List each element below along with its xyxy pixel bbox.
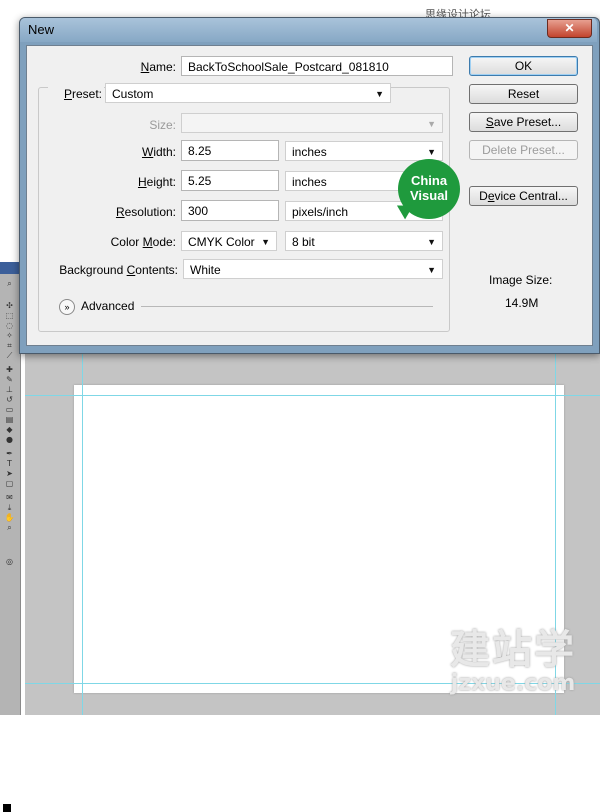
- gradient-tool-icon[interactable]: ▤: [4, 416, 15, 424]
- ok-button[interactable]: OK: [469, 56, 578, 76]
- close-button[interactable]: ✕: [547, 19, 592, 38]
- close-icon: ✕: [564, 21, 575, 35]
- zoom-tool-icon-2[interactable]: ⌕: [4, 524, 15, 532]
- height-field[interactable]: 5.25: [181, 170, 279, 191]
- watermark-bottom-url: jzxue.com: [450, 671, 576, 696]
- zoom-tool-icon[interactable]: ⌕: [4, 280, 15, 288]
- logo-line2: Visual: [409, 188, 449, 203]
- size-dropdown: ▼: [181, 113, 443, 133]
- type-tool-icon[interactable]: T: [4, 460, 15, 468]
- clone-stamp-tool-icon[interactable]: ⊥: [4, 386, 15, 394]
- history-brush-tool-icon[interactable]: ↺: [4, 396, 15, 404]
- move-tool-icon[interactable]: ✣: [4, 302, 15, 310]
- width-unit-dropdown[interactable]: inches ▼: [285, 141, 443, 161]
- watermark-bottom: 建站学 jzxue.com: [450, 628, 576, 696]
- guide-horizontal-top: [25, 395, 600, 396]
- chevron-down-icon: ▼: [427, 119, 436, 129]
- eyedropper-tool-icon[interactable]: ⤓: [4, 504, 15, 512]
- advanced-divider: [141, 306, 433, 307]
- advanced-label: Advanced: [81, 299, 135, 313]
- blur-tool-icon[interactable]: ◆: [4, 426, 15, 434]
- chevron-down-icon: ▼: [427, 265, 436, 275]
- bit-depth-value: 8 bit: [292, 235, 315, 249]
- crop-tool-icon[interactable]: ⌗: [4, 342, 15, 350]
- magic-wand-tool-icon[interactable]: ✧: [4, 332, 15, 340]
- slice-tool-icon[interactable]: ⟋: [4, 352, 15, 360]
- china-visual-logo: China Visual: [392, 159, 460, 220]
- hand-tool-icon[interactable]: ✋: [4, 514, 15, 522]
- chevron-down-icon: ▼: [261, 237, 270, 247]
- tools-panel: ⌕ ✣ ⬚ ◌ ✧ ⌗ ⟋ ✚ ✎ ⊥ ↺ ▭ ▤ ◆ ● ✒ T ➤ ▢ ✉ …: [0, 262, 21, 812]
- tools-panel-header[interactable]: [0, 262, 20, 274]
- eraser-tool-icon[interactable]: ▭: [4, 406, 15, 414]
- name-field[interactable]: BackToSchoolSale_Postcard_081810: [181, 56, 453, 76]
- preset-value: Custom: [112, 87, 154, 101]
- background-contents-value: White: [190, 263, 221, 277]
- guide-vertical-left: [82, 352, 83, 715]
- notes-tool-icon[interactable]: ✉: [4, 494, 15, 502]
- resolution-field[interactable]: 300: [181, 200, 279, 221]
- height-unit-value: inches: [292, 175, 327, 189]
- chevron-double-down-icon[interactable]: »: [59, 299, 75, 315]
- reset-button[interactable]: Reset: [469, 84, 578, 104]
- width-label: Width:: [141, 145, 176, 159]
- color-mode-value: CMYK Color: [188, 235, 255, 249]
- width-unit-value: inches: [292, 145, 327, 159]
- marquee-tool-icon[interactable]: ⬚: [4, 312, 15, 320]
- logo-line1: China: [410, 173, 448, 188]
- watermark-bottom-cn: 建站学: [450, 627, 576, 673]
- preset-label: Preset:: [48, 87, 104, 101]
- resolution-unit-value: pixels/inch: [292, 205, 349, 219]
- device-central-button[interactable]: Device Central...: [469, 186, 578, 206]
- bit-depth-dropdown[interactable]: 8 bit ▼: [285, 231, 443, 251]
- brush-tool-icon[interactable]: ✎: [4, 376, 15, 384]
- path-selection-tool-icon[interactable]: ➤: [4, 470, 15, 478]
- quick-mask-icon[interactable]: ◎: [4, 558, 15, 566]
- lasso-tool-icon[interactable]: ◌: [4, 322, 15, 330]
- dialog-titlebar[interactable]: [20, 18, 597, 42]
- chevron-down-icon: ▼: [375, 89, 384, 99]
- pen-tool-icon[interactable]: ✒: [4, 450, 15, 458]
- width-field[interactable]: 8.25: [181, 140, 279, 161]
- color-mode-dropdown[interactable]: CMYK Color ▼: [181, 231, 277, 251]
- delete-preset-button: Delete Preset...: [469, 140, 578, 160]
- resolution-label: Resolution:: [115, 205, 176, 219]
- image-size-value: 14.9M: [505, 296, 539, 310]
- dodge-tool-icon[interactable]: ●: [4, 436, 15, 444]
- foreground-color-swatch[interactable]: [3, 804, 11, 812]
- shape-tool-icon[interactable]: ▢: [4, 480, 15, 488]
- name-label: Name:: [140, 60, 176, 74]
- dialog-title: New: [28, 22, 55, 37]
- healing-brush-tool-icon[interactable]: ✚: [4, 366, 15, 374]
- height-label: Height:: [137, 175, 176, 189]
- chevron-down-icon: ▼: [427, 237, 436, 247]
- image-size-label: Image Size:: [489, 273, 553, 287]
- color-mode-label: Color Mode:: [110, 235, 176, 249]
- background-contents-dropdown[interactable]: White ▼: [183, 259, 443, 279]
- background-contents-label: Background Contents:: [59, 263, 178, 277]
- size-label: Size:: [149, 118, 176, 132]
- preset-dropdown[interactable]: Custom ▼: [105, 83, 391, 103]
- save-preset-button[interactable]: Save Preset...: [469, 112, 578, 132]
